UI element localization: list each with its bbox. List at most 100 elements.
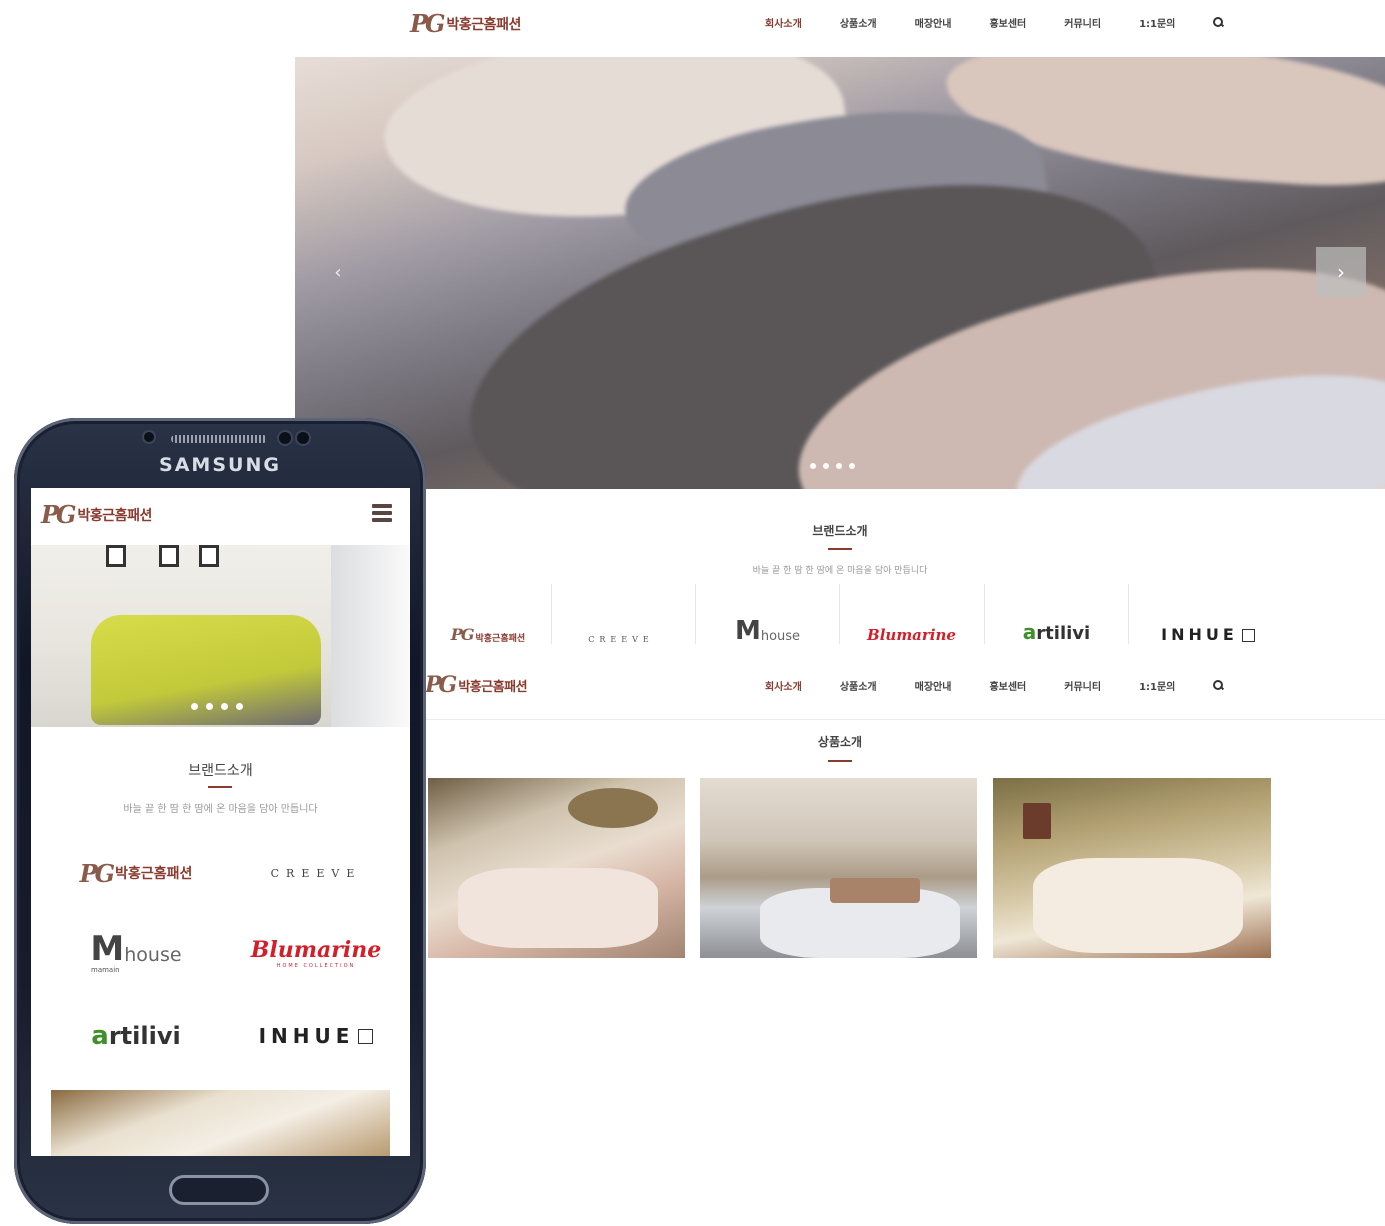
nav-item-company[interactable]: 회사소개 — [765, 15, 802, 30]
brand-divider — [1128, 584, 1129, 644]
brand-name: house — [124, 944, 182, 966]
brand-logo-creeve[interactable]: CREEVE — [556, 584, 686, 652]
product-section-title: 상품소개 — [817, 735, 863, 749]
brand-logo-mhouse[interactable]: M house mamain — [51, 928, 221, 978]
slider-prev-button[interactable]: ‹ — [330, 262, 346, 286]
section-divider — [208, 786, 232, 788]
main-nav: 회사소개 상품소개 매장안내 홍보센터 커뮤니티 1:1문의 — [765, 678, 1224, 693]
product-bed-shape — [1033, 858, 1243, 953]
brand-sub: HOME COLLECTION — [276, 963, 356, 969]
table-shape — [830, 878, 920, 903]
slider-pagination — [810, 463, 855, 469]
phone-sensor-icon — [295, 430, 311, 446]
nav-item-stores[interactable]: 매장안내 — [915, 678, 952, 693]
mobile-product-image[interactable] — [51, 1090, 390, 1156]
frame-shape — [1023, 803, 1051, 839]
nav-item-company[interactable]: 회사소개 — [765, 678, 802, 693]
logo-monogram: PG — [425, 672, 457, 698]
brand-name: Blumarine — [867, 626, 956, 644]
brand-name: 박홍근홈패션 — [115, 866, 193, 882]
inhue-emblem-icon — [358, 1028, 374, 1044]
chandelier-shape — [568, 788, 658, 828]
desktop-header: PG 박홍근홈패션 회사소개 상품소개 매장안내 홍보센터 커뮤니티 1:1문의 — [295, 0, 1385, 57]
brand-logo-strip: PG 박홍근홈패션 CREEVE M house Blumarine a rti… — [428, 584, 1288, 652]
site-logo[interactable]: PG 박홍근홈패션 — [41, 500, 152, 529]
product-bed-shape — [458, 868, 658, 948]
slider-dot[interactable] — [206, 703, 213, 710]
mobile-hero-slider — [31, 545, 410, 727]
brand-name: Blumarine — [250, 937, 382, 963]
wall-frame-shape — [106, 545, 126, 567]
nav-item-products[interactable]: 상품소개 — [840, 15, 877, 30]
slider-pagination — [191, 703, 243, 710]
nav-item-community[interactable]: 커뮤니티 — [1064, 15, 1101, 30]
nav-item-pr-center[interactable]: 홍보센터 — [989, 15, 1026, 30]
product-image[interactable] — [428, 778, 685, 958]
nav-item-stores[interactable]: 매장안내 — [915, 15, 952, 30]
brand-monogram: a — [91, 1021, 109, 1051]
brand-section-title: 브랜드소개 — [812, 524, 868, 538]
logo-text: 박홍근홈패션 — [77, 507, 153, 524]
nav-item-community[interactable]: 커뮤니티 — [1064, 678, 1101, 693]
slider-dot[interactable] — [191, 703, 198, 710]
main-nav: 회사소개 상품소개 매장안내 홍보센터 커뮤니티 1:1문의 — [765, 15, 1224, 30]
brand-name: rtilivi — [108, 1022, 181, 1050]
brand-name: INHUE — [1161, 625, 1238, 644]
mobile-screen: PG 박홍근홈패션 브랜드소개 바늘 끝 한 땀 한 땀에 온 마음을 담아 만… — [31, 488, 410, 1156]
brand-logo-creeve[interactable]: CREEVE — [231, 853, 401, 893]
brand-logo-pg[interactable]: PG 박홍근홈패션 — [51, 853, 221, 893]
slider-dot[interactable] — [849, 463, 855, 469]
logo-monogram: PG — [41, 500, 77, 529]
brand-logo-blumarine[interactable]: Blumarine HOME COLLECTION — [231, 928, 401, 978]
brand-name: 박홍근홈패션 — [475, 634, 526, 644]
brand-logo-mhouse[interactable]: M house — [700, 584, 835, 652]
slider-dot[interactable] — [236, 703, 243, 710]
nav-item-inquiry[interactable]: 1:1문의 — [1139, 15, 1175, 30]
brand-monogram: a — [1022, 620, 1037, 644]
product-image[interactable] — [993, 778, 1271, 958]
phone-sensor-icon — [277, 430, 293, 446]
brand-logo-artilivi[interactable]: a rtilivi — [51, 1016, 221, 1056]
search-icon[interactable] — [1213, 17, 1224, 28]
brand-monogram: PG — [450, 625, 475, 644]
brand-divider — [839, 584, 840, 644]
site-logo[interactable]: PG 박홍근홈패션 — [410, 9, 521, 38]
brand-logo-pg[interactable]: PG 박홍근홈패션 — [428, 584, 548, 652]
section-divider — [828, 548, 852, 550]
brand-section-subtitle: 바늘 끝 한 땀 한 땀에 온 마음을 담아 만듭니다 — [123, 804, 318, 815]
brand-logo-inhue[interactable]: INHUE — [231, 1016, 401, 1056]
brand-name: house — [760, 629, 801, 644]
phone-camera-icon — [142, 430, 156, 444]
nav-item-pr-center[interactable]: 홍보센터 — [989, 678, 1026, 693]
brand-section-title: 브랜드소개 — [188, 763, 253, 779]
window-shape — [331, 545, 410, 727]
sticky-header: PG 박홍근홈패션 회사소개 상품소개 매장안내 홍보센터 커뮤니티 1:1문의 — [420, 668, 1385, 720]
slider-dot[interactable] — [810, 463, 816, 469]
nav-item-inquiry[interactable]: 1:1문의 — [1139, 678, 1175, 693]
nav-item-products[interactable]: 상품소개 — [840, 678, 877, 693]
brand-divider — [984, 584, 985, 644]
brand-name: CREEVE — [270, 866, 362, 880]
brand-logo-inhue[interactable]: INHUE — [1133, 584, 1283, 652]
logo-monogram: PG — [410, 9, 446, 38]
brand-divider — [551, 584, 552, 644]
site-logo[interactable]: PG 박홍근홈패션 — [425, 672, 528, 698]
hamburger-menu-icon[interactable] — [372, 504, 392, 522]
brand-logo-artilivi[interactable]: a rtilivi — [989, 584, 1124, 652]
brand-logo-blumarine[interactable]: Blumarine — [844, 584, 979, 652]
mobile-header: PG 박홍근홈패션 — [31, 488, 410, 545]
logo-text: 박홍근홈패션 — [458, 679, 528, 695]
brand-name: CREEVE — [588, 635, 654, 644]
phone-home-button[interactable] — [169, 1175, 269, 1205]
brand-section-subtitle: 바늘 끝 한 땀 한 땀에 온 마음을 담아 만듭니다 — [752, 566, 928, 576]
section-divider — [828, 760, 852, 762]
slider-next-button[interactable]: › — [1316, 247, 1366, 297]
wall-frame-shape — [199, 545, 219, 567]
product-image[interactable] — [700, 778, 977, 958]
phone-speaker — [171, 435, 267, 443]
slider-dot[interactable] — [221, 703, 228, 710]
slider-dot[interactable] — [836, 463, 842, 469]
search-icon[interactable] — [1213, 680, 1224, 691]
inhue-emblem-icon — [1241, 629, 1255, 642]
slider-dot[interactable] — [823, 463, 829, 469]
